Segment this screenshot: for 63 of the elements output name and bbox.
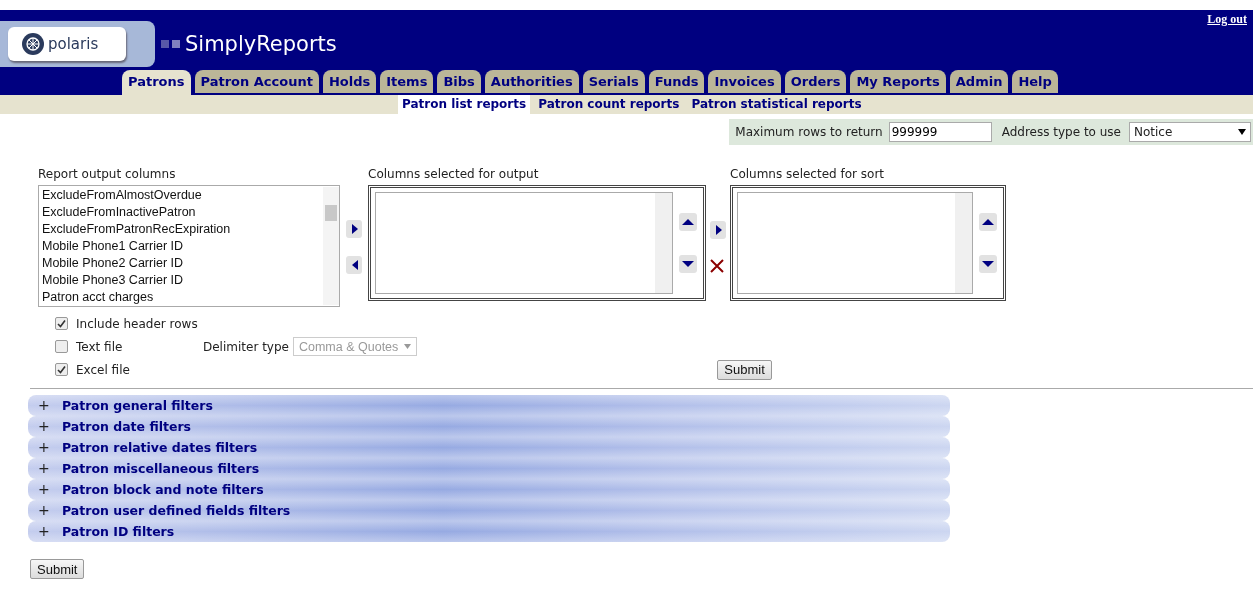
list-label: Columns selected for output (368, 167, 540, 181)
list-label: Report output columns (38, 167, 177, 181)
column-option[interactable]: Mobile Phone1 Carrier ID (42, 238, 323, 255)
dropdown-icon (404, 344, 412, 349)
scrollbar[interactable] (323, 187, 339, 305)
nav-tab[interactable]: Invoices (708, 70, 781, 93)
squares-icon (161, 39, 181, 48)
nav-tab[interactable]: Funds (648, 70, 705, 93)
check-icon (57, 319, 66, 328)
close-icon[interactable] (710, 259, 724, 273)
nav-tab[interactable]: Admin (949, 70, 1009, 93)
column-option[interactable]: ExcludeFromAlmostOverdue (42, 187, 323, 204)
checkbox-option[interactable]: Excel file (55, 362, 203, 377)
column-option[interactable]: ExcludeFromInactivePatron (42, 204, 323, 221)
filter-section[interactable]: + Patron user defined fields filters (28, 499, 950, 521)
nav-tab[interactable]: Holds (322, 70, 377, 93)
checkbox-option[interactable]: Include header rows (55, 316, 203, 331)
list-label: Columns selected for sort (730, 167, 886, 181)
move-up-icon[interactable] (679, 213, 697, 231)
max-rows-field[interactable]: 999999 (888, 122, 992, 142)
nav-tab[interactable]: Help (1012, 70, 1058, 93)
move-down-icon[interactable] (679, 255, 697, 273)
column-option[interactable]: Mobile Phone2 Carrier ID (42, 255, 323, 272)
max-rows-label: Maximum rows to return (735, 125, 883, 139)
column-option[interactable]: Patron acct charges (42, 289, 323, 306)
move-up-icon[interactable] (979, 213, 997, 231)
output-list[interactable] (368, 185, 706, 301)
nav-tab[interactable]: Patrons (122, 70, 191, 95)
filter-section[interactable]: + Patron relative dates filters (28, 436, 950, 458)
address-type-select[interactable]: Notice (1129, 122, 1251, 142)
move-down-icon[interactable] (979, 255, 997, 273)
checkbox-option[interactable]: Text file (55, 339, 203, 354)
logo-text: polaris (48, 34, 99, 53)
nav-tab[interactable]: Orders (784, 70, 847, 93)
submit-button[interactable]: Submit (717, 359, 772, 380)
filter-section[interactable]: + Patron ID filters (28, 520, 950, 542)
nav-tab[interactable]: Authorities (484, 70, 579, 93)
address-type-label: Address type to use (1001, 125, 1121, 139)
check-icon (57, 365, 66, 374)
report-subtab[interactable]: Patron count reports (534, 95, 684, 114)
nav-tab[interactable]: Patron Account (194, 70, 319, 93)
filter-section[interactable]: + Patron miscellaneous filters (28, 457, 950, 479)
filter-section[interactable]: + Patron block and note filters (28, 478, 950, 500)
scrollbar[interactable] (655, 193, 672, 293)
nav-tab[interactable]: My Reports (850, 70, 946, 93)
scrollbar[interactable] (955, 193, 972, 293)
logout-link[interactable]: Log out (1207, 12, 1247, 27)
nav-tab[interactable]: Items (380, 70, 434, 93)
report-subtab[interactable]: Patron statistical reports (687, 95, 866, 114)
report-subtab[interactable]: Patron list reports (398, 95, 531, 114)
columns-list[interactable]: ExcludeFromAlmostOverdue ExcludeFromInactivePatron ExcludeFromPatronRecExpiration Mobile Phone1 Carrier ID Mobile Phone2 Carrier ID Mobile Phone3 Carrier ID Patron acct charges (38, 185, 340, 307)
delimiter-label: Delimiter type (203, 339, 289, 354)
wheel-icon (22, 32, 44, 55)
column-option[interactable]: ExcludeFromPatronRecExpiration (42, 221, 323, 238)
filter-section[interactable]: + Patron date filters (28, 415, 950, 437)
nav-tab[interactable]: Serials (582, 70, 645, 93)
submit-button[interactable]: Submit (30, 559, 85, 579)
column-option[interactable]: Mobile Phone3 Carrier ID (42, 272, 323, 289)
nav-tab[interactable]: Bibs (437, 70, 481, 93)
sort-list[interactable] (730, 185, 1006, 301)
filter-section[interactable]: + Patron general filters (28, 394, 950, 416)
dropdown-icon (1238, 129, 1246, 135)
app-title: SimplyReports (185, 31, 337, 56)
